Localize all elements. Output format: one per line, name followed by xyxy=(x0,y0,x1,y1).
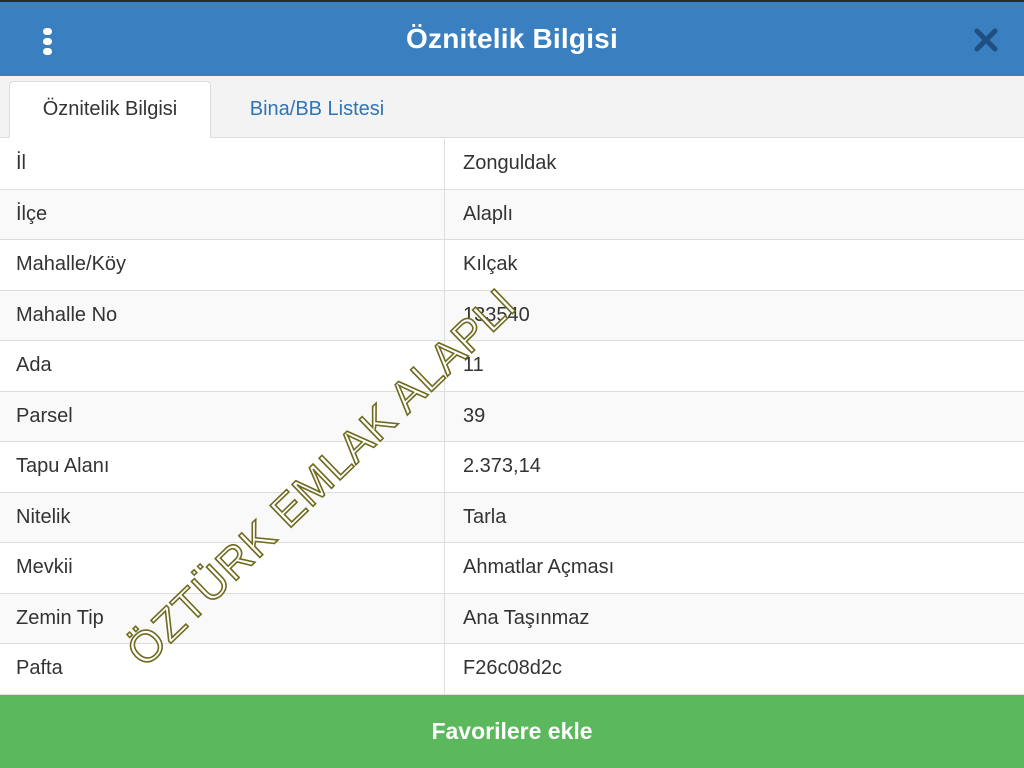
attribute-value: Zonguldak xyxy=(463,152,557,175)
attribute-label: Mevkii xyxy=(0,543,445,593)
panel-title: Öznitelik Bilgisi xyxy=(406,23,618,54)
attribute-value: Kılçak xyxy=(463,253,518,276)
table-row: Mahalle No 133540 xyxy=(0,290,1024,341)
table-row: İlçe Alaplı xyxy=(0,189,1024,240)
table-row: Ada 11 xyxy=(0,341,1024,392)
attribute-label: İlçe xyxy=(0,189,445,239)
attribute-label: Nitelik xyxy=(0,492,445,542)
attribute-label: Zemin Tip xyxy=(0,593,445,643)
table-row: Mahalle/Köy Kılçak xyxy=(0,240,1024,291)
attribute-value: 39 xyxy=(463,404,486,427)
attribute-value: Ahmatlar Açması xyxy=(463,556,615,579)
attribute-value: 2.373,14 xyxy=(463,455,541,478)
tab-building-list[interactable]: Bina/BB Listesi xyxy=(222,81,412,138)
table-row: Parsel 39 xyxy=(0,391,1024,442)
add-to-favorites-button[interactable]: Favorilere ekle xyxy=(0,695,1024,768)
attribute-label: Ada xyxy=(0,341,445,391)
table-row: Tapu Alanı 2.373,14 xyxy=(0,442,1024,493)
tab-bar: Öznitelik Bilgisi Bina/BB Listesi xyxy=(0,76,1024,138)
attribute-label: Parsel xyxy=(0,391,445,441)
table-row: Pafta F26c08d2c xyxy=(0,644,1024,695)
attribute-value: Ana Taşınmaz xyxy=(463,606,590,629)
table-row: İl Zonguldak xyxy=(0,139,1024,190)
attribute-label: Mahalle/Köy xyxy=(0,240,445,290)
attribute-label: İl xyxy=(0,139,445,189)
close-button[interactable] xyxy=(972,26,1000,54)
attribute-value: 11 xyxy=(463,354,484,377)
table-row: Mevkii Ahmatlar Açması xyxy=(0,543,1024,594)
table-row: Nitelik Tarla xyxy=(0,492,1024,543)
attribute-label: Pafta xyxy=(0,644,445,694)
close-icon xyxy=(974,28,998,52)
attribute-label: Tapu Alanı xyxy=(0,442,445,492)
attribute-value: Alaplı xyxy=(463,202,514,225)
tab-attribute-info[interactable]: Öznitelik Bilgisi xyxy=(9,81,211,138)
attribute-table: İl Zonguldak İlçe Alaplı Mahalle/Köy Kıl… xyxy=(0,139,1024,695)
attribute-value: 133540 xyxy=(463,303,530,326)
attribute-value: F26c08d2c xyxy=(463,657,562,680)
attribute-label: Mahalle No xyxy=(0,290,445,340)
attribute-value: Tarla xyxy=(463,505,507,528)
table-row: Zemin Tip Ana Taşınmaz xyxy=(0,593,1024,644)
attribute-info-panel: Öznitelik Bilgisi Öznitelik Bilgisi Bina… xyxy=(0,0,1024,768)
panel-header: Öznitelik Bilgisi xyxy=(0,0,1024,76)
